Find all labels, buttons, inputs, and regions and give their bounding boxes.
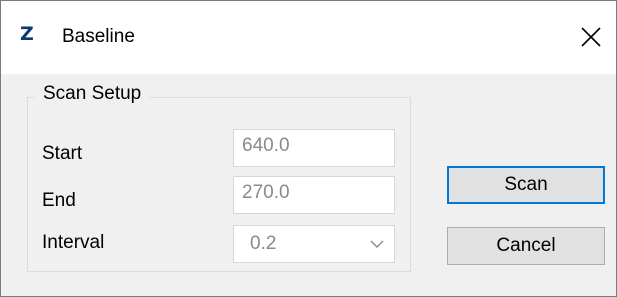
chevron-down-icon <box>370 240 384 248</box>
scan-setup-group-label: Scan Setup <box>35 83 150 105</box>
end-label: End <box>42 190 76 211</box>
start-input[interactable]: 640.0 <box>233 129 395 167</box>
close-icon <box>581 27 601 47</box>
window-title: Baseline <box>62 26 135 47</box>
cancel-button[interactable]: Cancel <box>447 227 605 265</box>
end-input[interactable]: 270.0 <box>233 176 395 214</box>
start-label: Start <box>42 143 83 164</box>
title-bar: Z Baseline <box>1 1 616 74</box>
baseline-dialog: Z Baseline Scan Setup Start 640.0 End 27… <box>0 0 617 297</box>
app-logo-icon: Z <box>20 23 34 45</box>
interval-select-value: 0.2 <box>250 233 277 254</box>
close-button[interactable] <box>573 19 609 55</box>
scan-button[interactable]: Scan <box>447 166 605 204</box>
interval-select[interactable]: 0.2 <box>233 225 395 263</box>
interval-label: Interval <box>42 232 105 253</box>
